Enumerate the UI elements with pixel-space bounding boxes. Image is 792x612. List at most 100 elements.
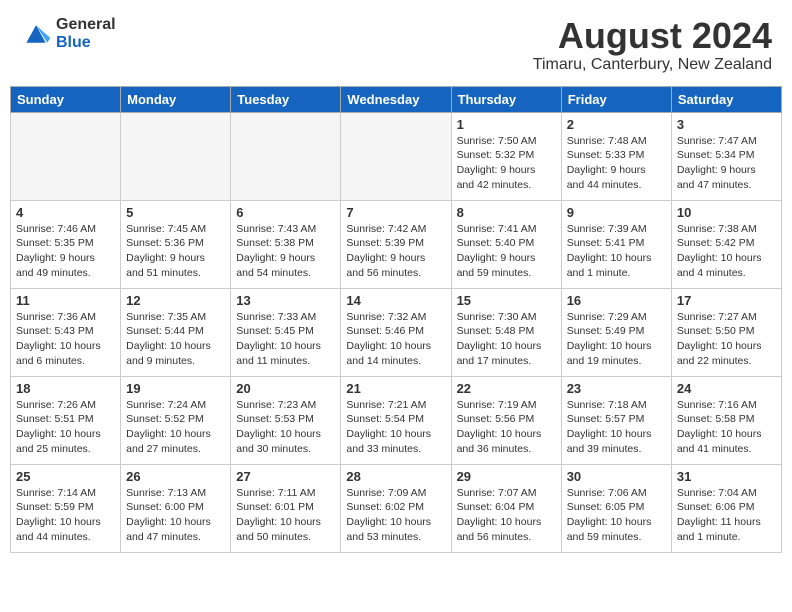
calendar-cell: 8 Sunrise: 7:41 AM Sunset: 5:40 PM Daylig… <box>451 200 561 288</box>
calendar-cell: 24Sunrise: 7:16 AM Sunset: 5:58 PM Dayli… <box>671 376 781 464</box>
day-number: 9 <box>567 205 666 220</box>
calendar-cell: 7 Sunrise: 7:42 AM Sunset: 5:39 PM Daylig… <box>341 200 451 288</box>
day-info: Sunrise: 7:43 AM Sunset: 5:38 PM Dayligh… <box>236 222 335 281</box>
day-info: Sunrise: 7:27 AM Sunset: 5:50 PM Dayligh… <box>677 310 776 369</box>
day-info: Sunrise: 7:19 AM Sunset: 5:56 PM Dayligh… <box>457 398 556 457</box>
day-header-wednesday: Wednesday <box>341 86 451 112</box>
day-info: Sunrise: 7:06 AM Sunset: 6:05 PM Dayligh… <box>567 486 666 545</box>
day-info: Sunrise: 7:09 AM Sunset: 6:02 PM Dayligh… <box>346 486 445 545</box>
day-info: Sunrise: 7:23 AM Sunset: 5:53 PM Dayligh… <box>236 398 335 457</box>
day-header-monday: Monday <box>121 86 231 112</box>
day-number: 25 <box>16 469 115 484</box>
day-number: 15 <box>457 293 556 308</box>
day-number: 2 <box>567 117 666 132</box>
day-number: 17 <box>677 293 776 308</box>
calendar-cell <box>121 112 231 200</box>
day-number: 8 <box>457 205 556 220</box>
calendar-cell: 1 Sunrise: 7:50 AM Sunset: 5:32 PM Daylig… <box>451 112 561 200</box>
day-header-thursday: Thursday <box>451 86 561 112</box>
logo-icon <box>20 20 52 48</box>
logo-general-text: General <box>56 16 116 34</box>
day-number: 26 <box>126 469 225 484</box>
day-number: 18 <box>16 381 115 396</box>
day-number: 21 <box>346 381 445 396</box>
day-number: 19 <box>126 381 225 396</box>
day-number: 28 <box>346 469 445 484</box>
day-number: 4 <box>16 205 115 220</box>
calendar-cell: 4 Sunrise: 7:46 AM Sunset: 5:35 PM Daylig… <box>11 200 121 288</box>
day-info: Sunrise: 7:35 AM Sunset: 5:44 PM Dayligh… <box>126 310 225 369</box>
day-number: 6 <box>236 205 335 220</box>
calendar-cell: 21 Sunrise: 7:21 AM Sunset: 5:54 PM Dayli… <box>341 376 451 464</box>
day-info: Sunrise: 7:24 AM Sunset: 5:52 PM Dayligh… <box>126 398 225 457</box>
title-block: August 2024 Timaru, Canterbury, New Zeal… <box>533 16 772 74</box>
calendar-cell: 30Sunrise: 7:06 AM Sunset: 6:05 PM Dayli… <box>561 464 671 552</box>
calendar-cell: 31Sunrise: 7:04 AM Sunset: 6:06 PM Dayli… <box>671 464 781 552</box>
day-info: Sunrise: 7:48 AM Sunset: 5:33 PM Dayligh… <box>567 134 666 193</box>
calendar-cell: 15 Sunrise: 7:30 AM Sunset: 5:48 PM Dayli… <box>451 288 561 376</box>
calendar-cell: 3Sunrise: 7:47 AM Sunset: 5:34 PM Daylig… <box>671 112 781 200</box>
day-info: Sunrise: 7:14 AM Sunset: 5:59 PM Dayligh… <box>16 486 115 545</box>
day-header-saturday: Saturday <box>671 86 781 112</box>
day-number: 1 <box>457 117 556 132</box>
day-number: 3 <box>677 117 776 132</box>
calendar-cell: 12 Sunrise: 7:35 AM Sunset: 5:44 PM Dayli… <box>121 288 231 376</box>
calendar-cell: 19 Sunrise: 7:24 AM Sunset: 5:52 PM Dayli… <box>121 376 231 464</box>
day-info: Sunrise: 7:38 AM Sunset: 5:42 PM Dayligh… <box>677 222 776 281</box>
day-info: Sunrise: 7:13 AM Sunset: 6:00 PM Dayligh… <box>126 486 225 545</box>
day-number: 11 <box>16 293 115 308</box>
day-number: 23 <box>567 381 666 396</box>
day-number: 16 <box>567 293 666 308</box>
day-number: 27 <box>236 469 335 484</box>
day-info: Sunrise: 7:18 AM Sunset: 5:57 PM Dayligh… <box>567 398 666 457</box>
calendar-cell: 26 Sunrise: 7:13 AM Sunset: 6:00 PM Dayli… <box>121 464 231 552</box>
calendar-cell: 11 Sunrise: 7:36 AM Sunset: 5:43 PM Dayli… <box>11 288 121 376</box>
calendar-week-row: 11 Sunrise: 7:36 AM Sunset: 5:43 PM Dayli… <box>11 288 782 376</box>
day-info: Sunrise: 7:46 AM Sunset: 5:35 PM Dayligh… <box>16 222 115 281</box>
day-info: Sunrise: 7:42 AM Sunset: 5:39 PM Dayligh… <box>346 222 445 281</box>
logo-blue-text: Blue <box>56 34 116 52</box>
calendar-cell: 16 Sunrise: 7:29 AM Sunset: 5:49 PM Dayli… <box>561 288 671 376</box>
day-info: Sunrise: 7:30 AM Sunset: 5:48 PM Dayligh… <box>457 310 556 369</box>
calendar-table: SundayMondayTuesdayWednesdayThursdayFrid… <box>10 86 782 553</box>
day-info: Sunrise: 7:39 AM Sunset: 5:41 PM Dayligh… <box>567 222 666 281</box>
calendar-subtitle: Timaru, Canterbury, New Zealand <box>533 56 772 74</box>
day-info: Sunrise: 7:50 AM Sunset: 5:32 PM Dayligh… <box>457 134 556 193</box>
day-number: 24 <box>677 381 776 396</box>
calendar-cell <box>231 112 341 200</box>
day-number: 5 <box>126 205 225 220</box>
day-number: 10 <box>677 205 776 220</box>
day-info: Sunrise: 7:29 AM Sunset: 5:49 PM Dayligh… <box>567 310 666 369</box>
calendar-cell <box>341 112 451 200</box>
calendar-cell: 5 Sunrise: 7:45 AM Sunset: 5:36 PM Daylig… <box>121 200 231 288</box>
day-number: 12 <box>126 293 225 308</box>
day-number: 7 <box>346 205 445 220</box>
calendar-cell: 9 Sunrise: 7:39 AM Sunset: 5:41 PM Daylig… <box>561 200 671 288</box>
calendar-cell: 6 Sunrise: 7:43 AM Sunset: 5:38 PM Daylig… <box>231 200 341 288</box>
day-number: 13 <box>236 293 335 308</box>
calendar-cell: 29Sunrise: 7:07 AM Sunset: 6:04 PM Dayli… <box>451 464 561 552</box>
calendar-cell: 18 Sunrise: 7:26 AM Sunset: 5:51 PM Dayli… <box>11 376 121 464</box>
calendar-week-row: 1 Sunrise: 7:50 AM Sunset: 5:32 PM Daylig… <box>11 112 782 200</box>
day-number: 14 <box>346 293 445 308</box>
calendar-cell: 10 Sunrise: 7:38 AM Sunset: 5:42 PM Dayli… <box>671 200 781 288</box>
calendar-cell <box>11 112 121 200</box>
day-info: Sunrise: 7:07 AM Sunset: 6:04 PM Dayligh… <box>457 486 556 545</box>
day-info: Sunrise: 7:21 AM Sunset: 5:54 PM Dayligh… <box>346 398 445 457</box>
calendar-cell: 22 Sunrise: 7:19 AM Sunset: 5:56 PM Dayli… <box>451 376 561 464</box>
day-info: Sunrise: 7:26 AM Sunset: 5:51 PM Dayligh… <box>16 398 115 457</box>
day-info: Sunrise: 7:11 AM Sunset: 6:01 PM Dayligh… <box>236 486 335 545</box>
day-info: Sunrise: 7:45 AM Sunset: 5:36 PM Dayligh… <box>126 222 225 281</box>
calendar-title: August 2024 <box>533 16 772 56</box>
calendar-week-row: 4 Sunrise: 7:46 AM Sunset: 5:35 PM Daylig… <box>11 200 782 288</box>
day-header-friday: Friday <box>561 86 671 112</box>
day-info: Sunrise: 7:41 AM Sunset: 5:40 PM Dayligh… <box>457 222 556 281</box>
calendar-cell: 23 Sunrise: 7:18 AM Sunset: 5:57 PM Dayli… <box>561 376 671 464</box>
calendar-cell: 28 Sunrise: 7:09 AM Sunset: 6:02 PM Dayli… <box>341 464 451 552</box>
day-number: 22 <box>457 381 556 396</box>
day-info: Sunrise: 7:36 AM Sunset: 5:43 PM Dayligh… <box>16 310 115 369</box>
calendar-week-row: 25 Sunrise: 7:14 AM Sunset: 5:59 PM Dayli… <box>11 464 782 552</box>
calendar-cell: 14Sunrise: 7:32 AM Sunset: 5:46 PM Dayli… <box>341 288 451 376</box>
calendar-cell: 17 Sunrise: 7:27 AM Sunset: 5:50 PM Dayli… <box>671 288 781 376</box>
day-info: Sunrise: 7:04 AM Sunset: 6:06 PM Dayligh… <box>677 486 776 545</box>
